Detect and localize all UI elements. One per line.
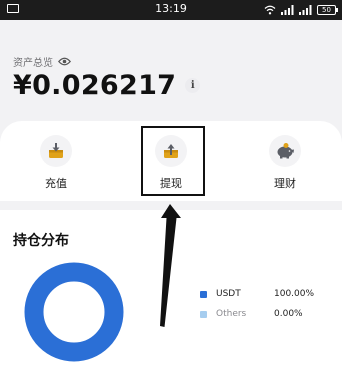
wallet-screen: 13:19 50 资产总览 ¥0.026217 i 充值 提现 理财 持仓分布 …	[0, 0, 342, 377]
annotation-arrow	[160, 204, 181, 327]
